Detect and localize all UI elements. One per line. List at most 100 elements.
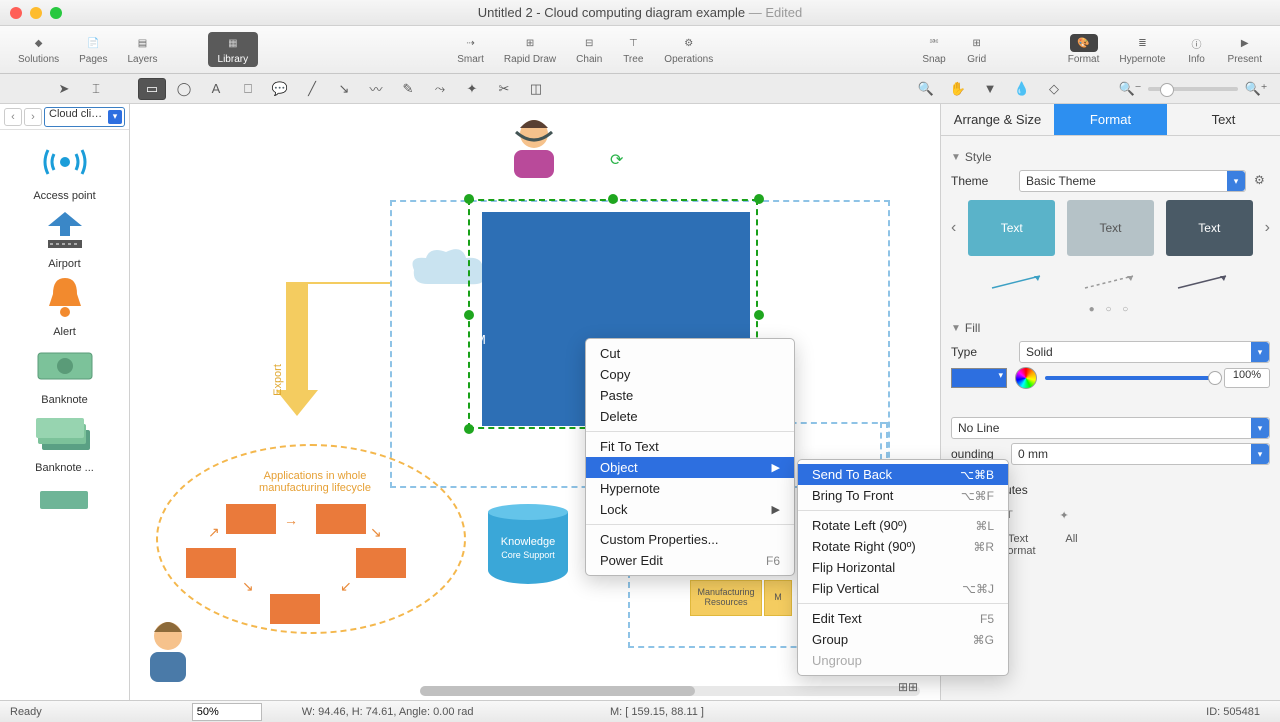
library-back[interactable]: ‹ (4, 108, 22, 126)
resource-box[interactable]: Manufacturing Resources (690, 580, 762, 616)
menu-bring-to-front[interactable]: Bring To Front⌥⌘F (798, 485, 1008, 506)
menu-cut[interactable]: Cut (586, 343, 794, 364)
zoom-tool[interactable]: 🔍 (912, 78, 940, 100)
menu-object[interactable]: Object▶ (586, 457, 794, 478)
library-item-banknote[interactable]: Banknote (36, 342, 94, 406)
theme-swatch[interactable]: Text (968, 200, 1055, 256)
tab-text[interactable]: Text (1167, 104, 1280, 135)
menu-flip-vertical[interactable]: Flip Vertical⌥⌘J (798, 578, 1008, 599)
line-tool[interactable]: ╱ (298, 78, 326, 100)
textbox-tool[interactable]: ⎕ (234, 78, 262, 100)
tab-format[interactable]: Format (1054, 104, 1167, 135)
arrow-style[interactable] (1163, 264, 1244, 300)
library-item-more[interactable] (36, 478, 94, 526)
process-box[interactable] (356, 548, 406, 578)
arrow-style[interactable] (977, 264, 1058, 300)
menu-hypernote[interactable]: Hypernote (586, 478, 794, 499)
connector-tool[interactable]: ⤳ (426, 78, 454, 100)
pages-button[interactable]: 📄Pages (69, 32, 117, 67)
stamp-tool[interactable]: ▼ (976, 78, 1004, 100)
menu-fit-to-text[interactable]: Fit To Text (586, 436, 794, 457)
rect-tool[interactable]: ▭ (138, 78, 166, 100)
fill-type-select[interactable]: Solid▾ (1019, 341, 1270, 363)
database-cylinder[interactable]: KnowledgeCore Support (488, 504, 568, 584)
menu-group[interactable]: Group⌘G (798, 629, 1008, 650)
crop-tool[interactable]: ◫ (522, 78, 550, 100)
ellipse-tool[interactable]: ◯ (170, 78, 198, 100)
arrow-tool[interactable]: ↘ (330, 78, 358, 100)
library-forward[interactable]: › (24, 108, 42, 126)
theme-swatch[interactable]: Text (1067, 200, 1154, 256)
layers-button[interactable]: ▤Layers (118, 32, 168, 67)
process-box[interactable] (316, 504, 366, 534)
opacity-slider[interactable] (1045, 376, 1216, 380)
smart-button[interactable]: ⇢Smart (447, 32, 494, 67)
zoom-out-icon[interactable]: 🔍⁻ (1116, 78, 1144, 100)
menu-rotate-right[interactable]: Rotate Right (90º)⌘R (798, 536, 1008, 557)
arrow-style[interactable] (1070, 264, 1151, 300)
curve-tool[interactable]: 〰 (362, 78, 390, 100)
menu-rotate-left[interactable]: Rotate Left (90º)⌘L (798, 515, 1008, 536)
attr-all[interactable]: ✦All (1060, 509, 1084, 557)
solutions-button[interactable]: ◆Solutions (8, 32, 69, 67)
theme-select[interactable]: Basic Theme▾ (1019, 170, 1246, 192)
theme-prev[interactable]: ‹ (951, 219, 956, 237)
menu-custom-props[interactable]: Custom Properties... (586, 529, 794, 550)
menu-flip-horizontal[interactable]: Flip Horizontal (798, 557, 1008, 578)
hand-tool[interactable]: ✋ (944, 78, 972, 100)
fill-color-swatch[interactable] (951, 368, 1007, 388)
resource-box[interactable]: M (764, 580, 792, 616)
library-select[interactable]: Cloud cli…▾ (44, 107, 125, 127)
menu-delete[interactable]: Delete (586, 406, 794, 427)
library-item-banknote-stack[interactable]: Banknote ... (35, 410, 94, 474)
grid-button[interactable]: ⊞Grid (956, 32, 998, 67)
process-box[interactable] (226, 504, 276, 534)
path-edit-tool[interactable]: ✦ (458, 78, 486, 100)
process-box[interactable] (186, 548, 236, 578)
grid-toggle-icon[interactable]: ⊞⊞ (898, 680, 918, 694)
snap-button[interactable]: ⎃Snap (912, 32, 955, 67)
pen-tool[interactable]: ✎ (394, 78, 422, 100)
info-button[interactable]: ⓘInfo (1176, 32, 1218, 67)
zoom-in-icon[interactable]: 🔍⁺ (1242, 78, 1270, 100)
pointer-tool[interactable]: ➤ (50, 78, 78, 100)
library-button[interactable]: ▦Library (208, 32, 259, 67)
menu-lock[interactable]: Lock▶ (586, 499, 794, 520)
eraser-tool[interactable]: ◇ (1040, 78, 1068, 100)
opacity-field[interactable]: 100% (1224, 368, 1270, 388)
pager-dots[interactable]: ● ○ ○ (951, 304, 1270, 315)
library-item-access-point[interactable]: Access point (33, 138, 95, 202)
callout-tool[interactable]: 💬 (266, 78, 294, 100)
menu-power-edit[interactable]: Power EditF6 (586, 550, 794, 571)
menu-edit-text[interactable]: Edit TextF5 (798, 608, 1008, 629)
theme-next[interactable]: › (1265, 219, 1270, 237)
process-box[interactable] (270, 594, 320, 624)
zoom-slider[interactable] (1148, 87, 1238, 91)
format-button[interactable]: 🎨Format (1058, 32, 1110, 67)
menu-paste[interactable]: Paste (586, 385, 794, 406)
operations-button[interactable]: ⚙Operations (654, 32, 723, 67)
line-select[interactable]: No Line▾ (951, 417, 1270, 439)
horizontal-scrollbar[interactable] (420, 686, 920, 696)
tab-arrange[interactable]: Arrange & Size (941, 104, 1054, 135)
chain-button[interactable]: ⊟Chain (566, 32, 612, 67)
gear-icon[interactable]: ⚙ (1254, 173, 1270, 189)
menu-send-to-back[interactable]: Send To Back⌥⌘B (798, 464, 1008, 485)
rounding-select[interactable]: 0 mm▾ (1011, 443, 1270, 465)
hypernote-button[interactable]: ≣Hypernote (1109, 32, 1175, 67)
tree-button[interactable]: ⊤Tree (612, 32, 654, 67)
present-button[interactable]: ▶Present (1218, 32, 1272, 67)
scissors-tool[interactable]: ✂ (490, 78, 518, 100)
text-edit-tool[interactable]: ⌶ (82, 78, 110, 100)
zoom-select[interactable] (192, 703, 262, 721)
rapid-draw-button[interactable]: ⊞Rapid Draw (494, 32, 566, 67)
theme-swatch[interactable]: Text (1166, 200, 1253, 256)
library-item-airport[interactable]: Airport (36, 206, 94, 270)
eyedropper-tool[interactable]: 💧 (1008, 78, 1036, 100)
color-wheel-icon[interactable] (1015, 367, 1037, 389)
menu-copy[interactable]: Copy (586, 364, 794, 385)
library-item-alert[interactable]: Alert (36, 274, 94, 338)
section-style[interactable]: Style (965, 150, 992, 164)
section-fill[interactable]: Fill (965, 321, 980, 335)
text-tool[interactable]: A (202, 78, 230, 100)
